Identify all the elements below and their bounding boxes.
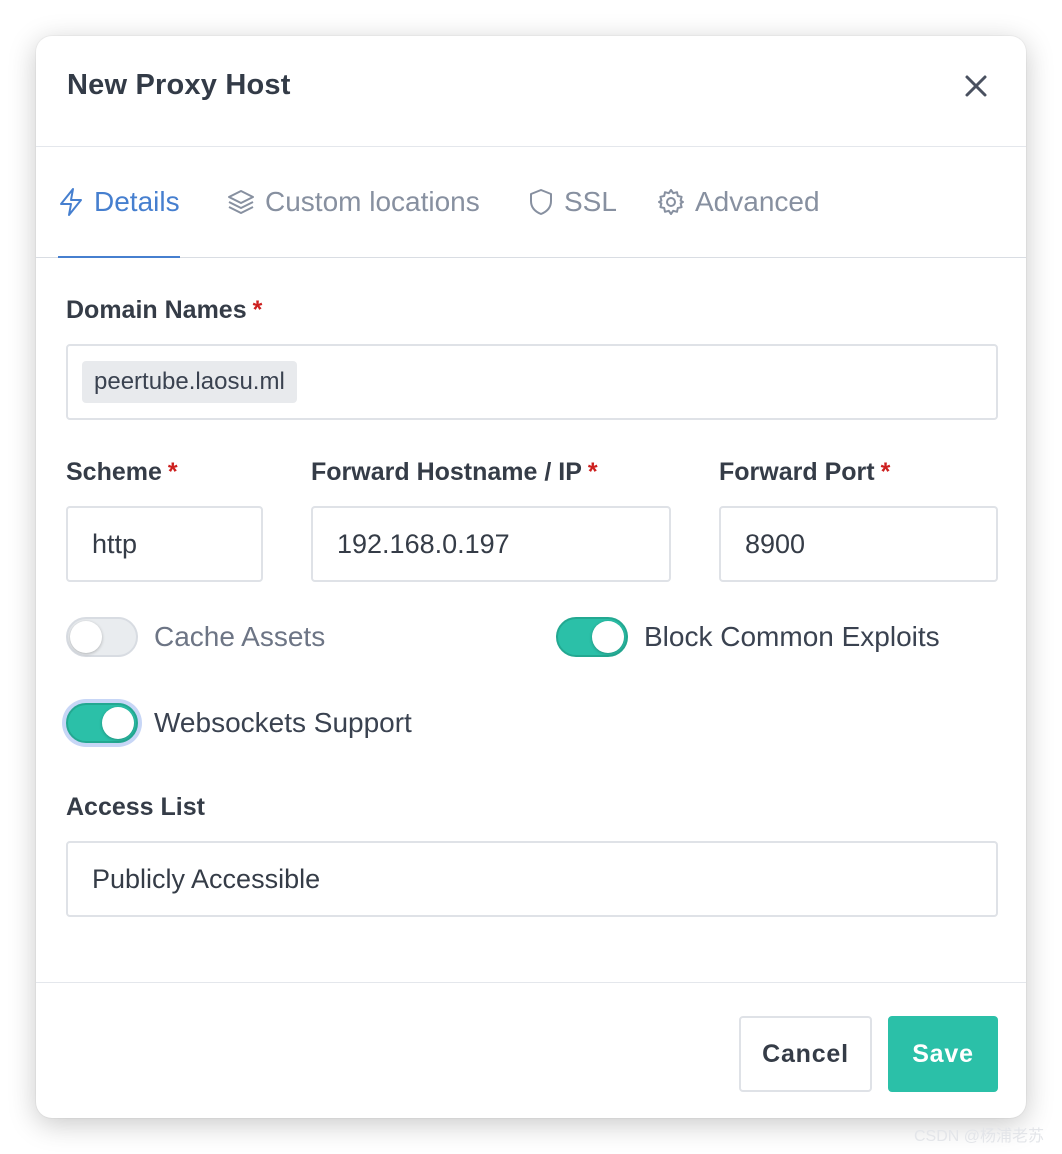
required-mark: * xyxy=(252,296,263,324)
cancel-button[interactable]: Cancel xyxy=(739,1016,872,1092)
domain-names-input[interactable]: peertube.laosu.ml xyxy=(66,344,998,420)
toggle-knob xyxy=(70,621,102,653)
forward-port-label-text: Forward Port xyxy=(719,458,875,486)
forward-port-value: 8900 xyxy=(745,528,806,559)
close-button[interactable] xyxy=(962,72,990,100)
forward-port-input[interactable]: 8900 xyxy=(719,506,998,582)
tab-advanced[interactable]: Advanced xyxy=(657,147,820,257)
required-mark: * xyxy=(587,458,598,486)
watermark: CSDN @杨浦老苏 xyxy=(913,1128,1044,1145)
modal-title: New Proxy Host xyxy=(67,69,291,101)
cache-assets-label: Cache Assets xyxy=(154,621,326,652)
block-common-exploits-label: Block Common Exploits xyxy=(644,621,940,652)
tab-details[interactable]: Details xyxy=(58,147,180,258)
forward-hostname-label: Forward Hostname / IP * xyxy=(311,458,598,487)
tab-ssl-label: SSL xyxy=(564,186,617,217)
domain-names-label: Domain Names * xyxy=(66,296,262,325)
forward-port-label: Forward Port * xyxy=(719,458,890,487)
scheme-input[interactable]: http xyxy=(66,506,263,582)
block-common-exploits-toggle[interactable] xyxy=(556,617,628,657)
new-proxy-host-modal: New Proxy Host Details Custom locations xyxy=(36,36,1026,1118)
scheme-label: Scheme * xyxy=(66,458,178,487)
tab-custom-locations-label: Custom locations xyxy=(265,186,480,217)
tab-advanced-label: Advanced xyxy=(695,186,820,217)
domain-names-label-text: Domain Names xyxy=(66,296,247,324)
cache-assets-toggle[interactable] xyxy=(66,617,138,657)
forward-hostname-input[interactable]: 192.168.0.197 xyxy=(311,506,671,582)
forward-hostname-value: 192.168.0.197 xyxy=(337,528,510,559)
toggle-knob xyxy=(592,621,624,653)
tab-custom-locations[interactable]: Custom locations xyxy=(227,147,480,257)
domain-chip[interactable]: peertube.laosu.ml xyxy=(82,361,297,403)
shield-icon xyxy=(530,189,552,215)
tab-ssl[interactable]: SSL xyxy=(528,147,617,257)
access-list-value: Publicly Accessible xyxy=(92,863,321,894)
forward-hostname-label-text: Forward Hostname / IP xyxy=(311,458,582,486)
access-list-label: Access List xyxy=(66,793,205,821)
access-list-select[interactable]: Publicly Accessible xyxy=(66,841,998,917)
websockets-support-toggle[interactable] xyxy=(66,703,138,743)
gear-icon xyxy=(658,189,684,215)
modal-header: New Proxy Host xyxy=(36,36,1026,147)
save-button[interactable]: Save xyxy=(888,1016,998,1092)
tab-bar: Details Custom locations SSL Advanced xyxy=(36,147,1026,258)
close-icon xyxy=(965,75,987,97)
layers-icon xyxy=(228,190,254,214)
scheme-label-text: Scheme xyxy=(66,458,162,486)
toggle-knob xyxy=(102,707,134,739)
scheme-value: http xyxy=(92,528,138,559)
required-mark: * xyxy=(880,458,891,486)
modal-footer: Cancel Save xyxy=(36,982,1026,1118)
websockets-support-label: Websockets Support xyxy=(154,707,412,738)
lightning-bolt-icon xyxy=(60,188,82,216)
tab-details-label: Details xyxy=(94,186,180,217)
required-mark: * xyxy=(167,458,178,486)
